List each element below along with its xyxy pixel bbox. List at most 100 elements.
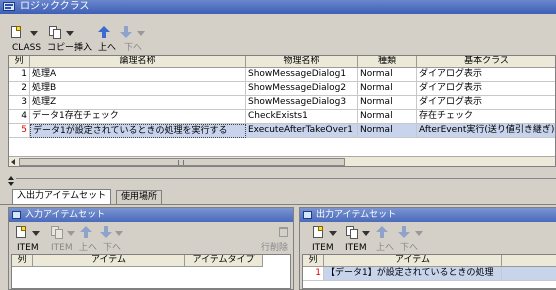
move-up-button[interactable] (79, 226, 93, 239)
physical-name-cell[interactable]: CheckExists1 (246, 110, 358, 124)
input-item-set-panel: 入力アイテムセット ITEM ITEM 上へ 下へ 行削除 列 アイテム アイテ… (8, 207, 294, 290)
copy-insert-label: コピー挿入 (47, 43, 93, 53)
item-set-icon (303, 211, 312, 219)
col-header-number[interactable]: 列 (12, 255, 33, 267)
physical-name-cell[interactable]: ExecuteAfterTakeOver1 (246, 124, 358, 138)
arrow-down-icon (100, 232, 112, 238)
move-up-label: 上へ (79, 243, 98, 253)
physical-name-cell[interactable]: ShowMessageDialog1 (246, 68, 358, 82)
base-class-cell[interactable]: ダイアログ表示 (417, 96, 555, 110)
base-class-cell[interactable]: AfterEvent実行(送り値引き継ぎ) (417, 124, 555, 138)
move-up-button[interactable] (97, 26, 111, 39)
horizontal-scrollbar[interactable] (9, 156, 555, 166)
copy-item-button[interactable] (346, 226, 360, 239)
logical-name-cell[interactable]: データ1が設定されているときの処理を実行する (30, 124, 246, 138)
chevron-down-icon[interactable] (30, 31, 38, 36)
input-item-table: 列 アイテム アイテムタイプ (11, 254, 291, 289)
new-document-icon (16, 226, 26, 238)
window-title: ロジッククラス (20, 1, 90, 12)
scroll-left-icon[interactable] (11, 159, 15, 165)
move-down-label: 下へ (400, 243, 419, 253)
new-class-button[interactable] (10, 26, 24, 39)
item-cell[interactable]: 【データ1】が設定されているときの処理 (324, 267, 502, 281)
col-header-item[interactable]: アイテム (324, 255, 502, 267)
output-item-table: 列 アイテム 1 【データ1】が設定されているときの処理 (302, 254, 556, 289)
kind-cell[interactable]: Normal (358, 110, 417, 124)
kind-cell[interactable]: Normal (358, 82, 417, 96)
input-panel-title-bar: 入力アイテムセット (9, 208, 293, 222)
base-class-cell[interactable]: ダイアログ表示 (417, 82, 555, 96)
new-item-button[interactable] (312, 226, 326, 239)
kind-cell[interactable]: Normal (358, 96, 417, 110)
row-number: 1 (9, 68, 30, 82)
chevron-down-icon[interactable] (67, 231, 75, 236)
logic-class-icon (3, 2, 15, 11)
item-set-icon (12, 211, 21, 219)
new-item-label: ITEM (17, 243, 39, 253)
input-panel-title: 入力アイテムセット (25, 210, 106, 220)
tab-content-border (0, 204, 556, 205)
output-panel-title: 出力アイテムセット (316, 210, 397, 220)
chevron-down-icon[interactable] (362, 231, 370, 236)
arrow-down-icon (398, 232, 410, 238)
col-header-logical-name[interactable]: 論理名称 (30, 56, 246, 68)
move-up-label: 上へ (98, 43, 117, 53)
physical-name-cell[interactable]: ShowMessageDialog3 (246, 96, 358, 110)
move-up-button[interactable] (375, 226, 389, 239)
col-header-number[interactable]: 列 (303, 255, 324, 267)
logical-name-cell[interactable]: 処理B (30, 82, 246, 96)
row-number: 5 (9, 124, 30, 138)
kind-cell[interactable]: Normal (358, 68, 417, 82)
move-down-button[interactable] (119, 26, 133, 39)
move-down-button[interactable] (99, 226, 113, 239)
chevron-down-icon[interactable] (137, 31, 145, 36)
main-toolbar: CLASS コピー挿入 上へ 下へ (0, 14, 556, 54)
col-header-base-class[interactable]: 基本クラス (417, 56, 555, 68)
delete-row-label: 行削除 (261, 243, 289, 253)
chevron-down-icon[interactable] (329, 231, 337, 236)
col-header-item-type[interactable]: アイテムタイプ (185, 255, 263, 267)
col-header-kind[interactable]: 種類 (358, 56, 417, 68)
base-class-cell[interactable]: 存在チェック (417, 110, 555, 124)
new-item-button[interactable] (15, 226, 29, 239)
chevron-down-icon[interactable] (32, 231, 40, 236)
tab-usage-locations[interactable]: 使用場所 (116, 190, 163, 204)
move-down-button[interactable] (397, 226, 411, 239)
col-header-number[interactable]: 列 (9, 56, 30, 68)
window-title-bar[interactable]: ロジッククラス (0, 0, 556, 14)
item-extra-cell[interactable] (502, 267, 556, 281)
row-number: 3 (9, 96, 30, 110)
copy-item-button[interactable] (51, 226, 65, 239)
grip-icon (178, 160, 184, 165)
logical-name-cell[interactable]: 処理A (30, 68, 246, 82)
move-up-label: 上へ (376, 243, 395, 253)
kind-cell[interactable]: Normal (358, 124, 417, 138)
move-down-label: 下へ (103, 243, 122, 253)
logical-name-cell[interactable]: データ1存在チェック (30, 110, 246, 124)
base-class-cell[interactable]: ダイアログ表示 (417, 68, 555, 82)
output-panel-title-bar: 出力アイテムセット (300, 208, 556, 222)
move-down-label: 下へ (124, 43, 143, 53)
col-header-extra[interactable] (502, 255, 556, 267)
new-item-label: ITEM (312, 243, 334, 253)
physical-name-cell[interactable]: ShowMessageDialog2 (246, 82, 358, 96)
copy-insert-button[interactable] (49, 26, 63, 39)
splitter[interactable] (0, 169, 556, 186)
splitter-line (16, 178, 556, 179)
copy-item-label: ITEM (51, 243, 73, 253)
logical-name-cell[interactable]: 処理Z (30, 96, 246, 110)
scroll-thumb[interactable] (19, 158, 345, 166)
delete-row-icon[interactable] (279, 227, 288, 237)
new-document-icon (313, 226, 323, 238)
chevron-down-icon[interactable] (415, 231, 423, 236)
collapse-up-icon[interactable] (8, 176, 14, 180)
col-header-item[interactable]: アイテム (33, 255, 185, 267)
tab-io-item-set[interactable]: 入出力アイテムセット (12, 189, 112, 204)
new-document-icon (11, 26, 21, 38)
chevron-down-icon[interactable] (66, 31, 74, 36)
collapse-down-icon[interactable] (8, 182, 14, 186)
chevron-down-icon[interactable] (115, 231, 123, 236)
col-header-physical-name[interactable]: 物理名称 (246, 56, 358, 68)
logic-class-table: 列 論理名称 物理名称 種類 基本クラス 1 処理A ShowMessageDi… (8, 55, 556, 167)
output-item-set-panel: 出力アイテムセット ITEM ITEM 上へ 下へ 列 アイテム 1 【データ1… (299, 207, 556, 290)
